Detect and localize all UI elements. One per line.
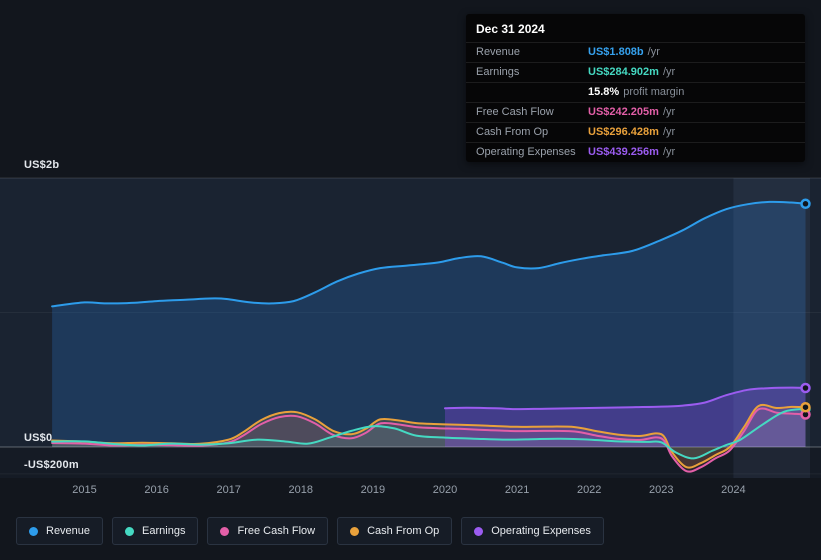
tooltip-row-revenue: Revenue US$1.808b /yr: [466, 42, 805, 62]
legend-label: Operating Expenses: [491, 525, 591, 537]
tooltip-suffix: /yr: [662, 106, 676, 118]
x-axis-year-label: 2019: [360, 484, 386, 496]
tooltip-suffix: /yr: [662, 146, 676, 158]
tooltip-label: Revenue: [476, 46, 521, 58]
tooltip-value: US$284.902m: [588, 66, 659, 78]
legend-label: Revenue: [46, 525, 91, 537]
revenue-dot-icon: [29, 526, 38, 536]
tooltip-row-free-cash-flow: Free Cash Flow US$242.205m /yr: [466, 102, 805, 122]
x-axis-year-label: 2016: [144, 484, 169, 496]
legend-label: Cash From Op: [367, 525, 440, 537]
tooltip-suffix: /yr: [662, 126, 676, 138]
cash-from-op-dot-icon: [350, 526, 360, 536]
tooltip-value: US$439.256m: [588, 146, 659, 158]
x-axis-year-label: 2015: [72, 484, 97, 496]
tooltip-row-earnings: Earnings US$284.902m /yr: [466, 62, 805, 82]
tooltip-label: Free Cash Flow: [476, 106, 554, 118]
x-axis-year-label: 2017: [216, 484, 241, 496]
x-axis-year-label: 2018: [288, 484, 314, 496]
x-axis-year-label: 2023: [649, 484, 674, 496]
legend-item-free-cash-flow[interactable]: Free Cash Flow: [207, 517, 329, 545]
y-axis-label-zero: US$0: [24, 432, 53, 444]
legend-item-earnings[interactable]: Earnings: [112, 517, 199, 545]
tooltip-row-cash-from-op: Cash From Op US$296.428m /yr: [466, 122, 805, 142]
tooltip-suffix: profit margin: [623, 86, 685, 98]
tooltip-suffix: /yr: [647, 46, 660, 58]
chart-legend: Revenue Earnings Free Cash Flow Cash Fro…: [16, 517, 604, 545]
legend-item-operating-expenses[interactable]: Operating Expenses: [461, 517, 604, 545]
tooltip-value: US$1.808b: [588, 46, 644, 58]
tooltip-value: 15.8%: [588, 86, 620, 98]
x-axis-year-label: 2022: [576, 484, 602, 496]
earnings-dot-icon: [125, 526, 135, 536]
free-cash-flow-dot-icon: [220, 526, 230, 536]
x-axis-year-label: 2024: [721, 484, 746, 496]
tooltip-label: Cash From Op: [476, 126, 549, 138]
tooltip-value: US$296.428m: [588, 126, 659, 138]
legend-label: Free Cash Flow: [237, 525, 316, 537]
y-axis-label-2b: US$2b: [24, 159, 60, 171]
tooltip-date: Dec 31 2024: [476, 22, 545, 36]
legend-item-revenue[interactable]: Revenue: [16, 517, 104, 545]
tooltip-row-profit-margin: 15.8% profit margin: [466, 82, 805, 102]
tooltip-label: Operating Expenses: [476, 146, 576, 158]
legend-label: Earnings: [142, 525, 186, 537]
y-axis-label-neg200: -US$200m: [24, 459, 79, 471]
tooltip-value: US$242.205m: [588, 106, 659, 118]
chart-tooltip: Dec 31 2024 Revenue US$1.808b /yr Earnin…: [466, 14, 805, 162]
operating-expenses-dot-icon: [474, 526, 484, 536]
x-axis-year-label: 2020: [432, 484, 458, 496]
tooltip-suffix: /yr: [662, 66, 676, 78]
tooltip-label: Earnings: [476, 66, 520, 78]
x-axis-year-label: 2021: [504, 484, 530, 496]
legend-item-cash-from-op[interactable]: Cash From Op: [337, 517, 453, 545]
stock-financials-chart-panel: US$2b US$0 -US$200m 2015 2016 2017 2018 2019…: [0, 0, 821, 560]
tooltip-row-operating-expenses: Operating Expenses US$439.256m /yr: [466, 142, 805, 162]
